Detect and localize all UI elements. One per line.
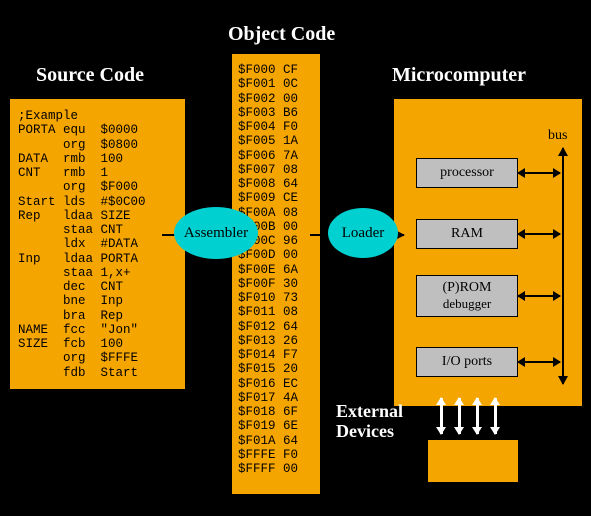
title-micro: Microcomputer xyxy=(392,64,526,87)
io-ext-arrow-1 xyxy=(440,398,443,434)
external-devices-label-2: Devices xyxy=(336,421,394,442)
box-ram-label: RAM xyxy=(417,226,517,242)
box-io-label: I/O ports xyxy=(417,354,517,370)
bus-arrow-rom xyxy=(518,295,560,297)
bubble-assembler-label: Assembler xyxy=(184,225,248,242)
box-rom-line2: debugger xyxy=(417,296,517,312)
box-processor: processor xyxy=(416,158,518,188)
bubble-loader-label: Loader xyxy=(342,225,384,242)
panel-microcomputer: bus processor RAM (P)ROM debugger I/O po… xyxy=(394,99,582,406)
object-code-listing: $F000 CF $F001 0C $F002 00 $F003 B6 $F00… xyxy=(232,54,320,485)
box-processor-label: processor xyxy=(417,165,517,181)
bus-arrow-ram xyxy=(518,233,560,235)
bus-arrow-io xyxy=(518,361,560,363)
io-ext-arrow-3 xyxy=(476,398,479,434)
panel-external-device-box xyxy=(428,440,518,482)
box-ram: RAM xyxy=(416,219,518,249)
bus-arrow-processor xyxy=(518,172,560,174)
box-rom-line1: (P)ROM xyxy=(417,280,517,296)
io-ext-arrow-4 xyxy=(494,398,497,434)
io-ext-arrow-2 xyxy=(458,398,461,434)
title-object: Object Code xyxy=(228,23,335,46)
panel-source: ;Example PORTA equ $0000 org $0800 DATA … xyxy=(10,99,185,389)
bubble-loader: Loader xyxy=(328,208,398,258)
bus-line xyxy=(562,148,564,384)
bubble-assembler: Assembler xyxy=(174,207,258,259)
bus-label: bus xyxy=(548,128,567,144)
box-io: I/O ports xyxy=(416,347,518,377)
external-devices-label-1: External xyxy=(336,401,403,422)
title-source: Source Code xyxy=(36,64,144,87)
box-rom: (P)ROM debugger xyxy=(416,275,518,317)
panel-object: $F000 CF $F001 0C $F002 00 $F003 B6 $F00… xyxy=(232,54,320,494)
source-code-listing: ;Example PORTA equ $0000 org $0800 DATA … xyxy=(10,99,185,386)
